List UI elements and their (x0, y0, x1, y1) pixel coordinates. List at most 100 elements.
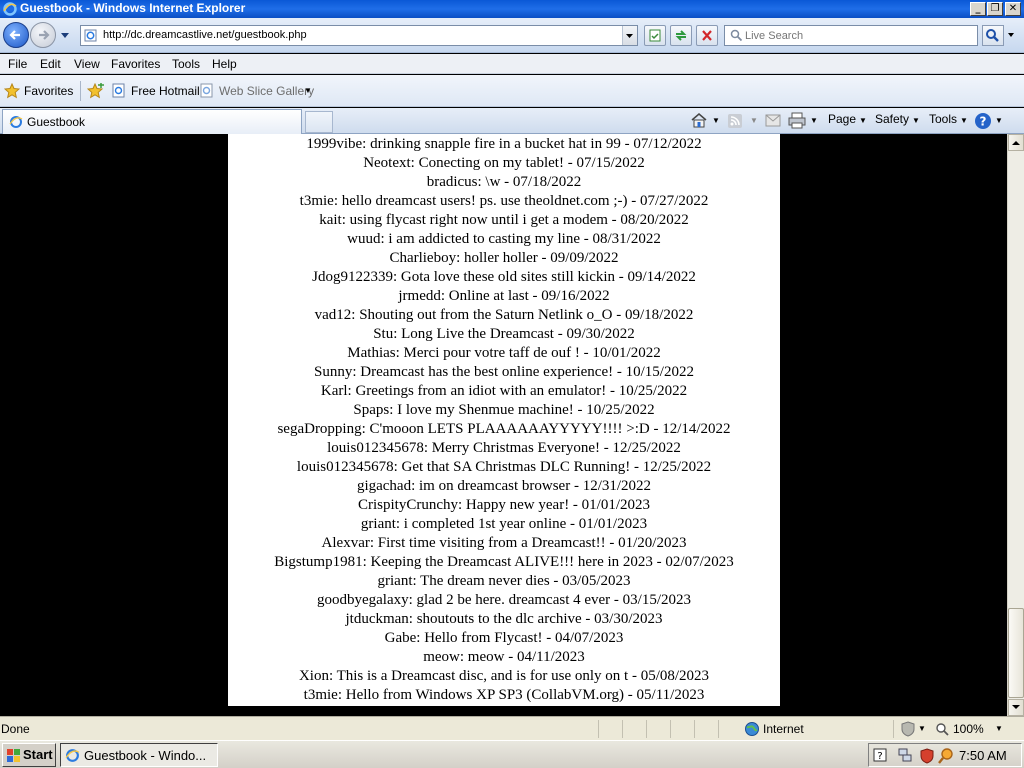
address-dropdown-button[interactable] (622, 26, 637, 45)
compatibility-view-button[interactable] (644, 25, 666, 46)
guestbook-entry: segaDropping: C'mooon LETS PLAAAAAAYYYYY… (277, 421, 731, 437)
search-input[interactable] (745, 27, 971, 44)
stop-button[interactable] (696, 25, 718, 46)
scroll-down-button[interactable] (1008, 699, 1024, 716)
guestbook-entry: t3mie: Hello from Windows XP SP3 (Collab… (303, 687, 705, 703)
ie-icon (3, 2, 17, 16)
status-cell (694, 720, 718, 738)
guestbook-entry: Karl: Greetings from an idiot with an em… (320, 383, 688, 399)
guestbook-entry: louis012345678: Get that SA Christmas DL… (296, 459, 712, 475)
internet-zone-icon (745, 722, 759, 736)
safety-menu-button[interactable]: Safety ▼ (875, 112, 920, 126)
home-dropdown-icon[interactable]: ▼ (712, 116, 720, 125)
recent-pages-dropdown-icon[interactable] (60, 32, 70, 40)
guestbook-entry: Bigstump1981: Keeping the Dreamcast ALIV… (274, 554, 734, 570)
tab-bar: Guestbook ▼ ▼ ▼ Page ▼ Safety ▼ Tools ▼ ? ▼ (0, 108, 1024, 134)
protected-mode-dropdown-icon[interactable]: ▼ (918, 724, 926, 733)
network-tray-icon[interactable] (897, 747, 913, 764)
address-url[interactable]: http://dc.dreamcastlive.net/guestbook.ph… (103, 29, 307, 41)
guestbook-entry: bradicus: \w - 07/18/2022 (426, 174, 582, 190)
close-button[interactable]: ✕ (1005, 2, 1021, 16)
print-icon[interactable] (788, 112, 806, 129)
chevron-down-icon (626, 34, 633, 38)
guestbook-entry: gigachad: im on dreamcast browser - 12/3… (356, 478, 652, 494)
tools-menu-button[interactable]: Tools ▼ (929, 112, 968, 126)
page-icon (84, 29, 97, 42)
tab-guestbook[interactable]: Guestbook (2, 109, 302, 134)
read-mail-icon[interactable] (765, 114, 781, 127)
menu-favorites[interactable]: Favorites (111, 57, 160, 71)
forward-button[interactable] (30, 22, 56, 48)
favorites-label: Favorites (24, 84, 74, 98)
favorites-button[interactable]: Favorites (4, 82, 74, 100)
web-slice-page-icon (200, 83, 213, 98)
guestbook-entry: griant: i completed 1st year online - 01… (360, 516, 648, 532)
guestbook-entry: meow: meow - 04/11/2023 (423, 649, 585, 665)
menu-tools[interactable]: Tools (172, 57, 200, 71)
svg-text:?: ? (877, 751, 882, 762)
address-bar[interactable]: http://dc.dreamcastlive.net/guestbook.ph… (80, 25, 638, 46)
guestbook-entries: 1999vibe: drinking snapple fire in a buc… (228, 135, 780, 705)
feeds-dropdown-icon[interactable]: ▼ (750, 116, 758, 125)
minimize-button[interactable]: _ (970, 2, 986, 16)
scroll-up-button[interactable] (1008, 134, 1024, 151)
start-button[interactable]: Start (2, 743, 56, 767)
zoom-dropdown-icon[interactable]: ▼ (995, 724, 1003, 733)
new-tab-button[interactable] (305, 111, 333, 133)
star-icon (4, 83, 20, 99)
home-icon[interactable] (690, 112, 708, 129)
page-menu-label: Page (828, 112, 857, 126)
forward-arrow-icon (39, 30, 50, 40)
free-hotmail-link[interactable]: Free Hotmail (131, 84, 200, 98)
zoom-level[interactable]: 100% (953, 722, 984, 736)
scroll-thumb[interactable] (1008, 608, 1024, 698)
vertical-scrollbar[interactable] (1007, 134, 1024, 716)
taskbar: Start Guestbook - Windo... ? 7:50 AM (0, 740, 1024, 768)
menu-file[interactable]: File (8, 57, 27, 71)
guestbook-entry: jtduckman: shoutouts to the dlc archive … (345, 611, 663, 627)
ie-icon (65, 749, 80, 762)
help-icon[interactable]: ? (973, 111, 993, 131)
favbar-divider (80, 81, 81, 101)
taskbar-ie-window[interactable]: Guestbook - Windo... (60, 743, 218, 767)
refresh-button[interactable] (670, 25, 692, 46)
compatibility-icon (649, 29, 661, 42)
feeds-icon[interactable] (727, 113, 743, 129)
web-slice-gallery-link[interactable]: Web Slice Gallery (219, 84, 314, 98)
protected-mode-icon[interactable] (900, 721, 916, 737)
search-box[interactable] (724, 25, 978, 46)
security-tray-icon[interactable] (919, 748, 935, 764)
page-menu-button[interactable]: Page ▼ (828, 112, 867, 126)
status-cell (598, 720, 622, 738)
guestbook-entry: jrmedd: Online at last - 09/16/2022 (398, 288, 610, 304)
guestbook-entry: louis012345678: Merry Christmas Everyone… (327, 440, 681, 456)
menu-edit[interactable]: Edit (40, 57, 61, 71)
stop-icon (702, 30, 712, 41)
search-button[interactable] (982, 25, 1004, 46)
guestbook-entry: goodbyegalaxy: glad 2 be here. dreamcast… (316, 592, 692, 608)
help-tray-icon[interactable]: ? (873, 748, 887, 762)
scroll-up-arrow-icon (1012, 141, 1020, 145)
search-tray-icon[interactable] (937, 747, 955, 765)
guestbook-entry: Jdog9122339: Gota love these old sites s… (312, 269, 696, 285)
search-options-dropdown-icon[interactable] (1006, 30, 1016, 40)
search-icon (730, 29, 743, 42)
maximize-button[interactable]: ❐ (987, 2, 1003, 16)
guestbook-entry: griant: The dream never dies - 03/05/202… (377, 573, 631, 589)
back-arrow-icon (9, 30, 20, 40)
menu-help[interactable]: Help (212, 57, 237, 71)
guestbook-entry: Stu: Long Live the Dreamcast - 09/30/202… (373, 326, 635, 342)
start-label: Start (23, 747, 53, 762)
help-dropdown-icon[interactable]: ▼ (995, 116, 1003, 125)
menu-view[interactable]: View (74, 57, 100, 71)
clock: 7:50 AM (959, 748, 1007, 763)
favorites-bar: Favorites Free Hotmail Web Slice Gallery… (0, 75, 1024, 107)
guestbook-entry: CrispityCrunchy: Happy new year! - 01/01… (357, 497, 651, 513)
add-favorite-icon[interactable] (87, 83, 105, 99)
print-dropdown-icon[interactable]: ▼ (810, 116, 818, 125)
guestbook-entry: Gabe: Hello from Flycast! - 04/07/2023 (384, 630, 624, 646)
guestbook-entry: Alexvar: First time visiting from a Drea… (321, 535, 687, 551)
web-slice-dropdown-icon[interactable]: ▼ (304, 86, 312, 95)
guestbook-entry: 1999vibe: drinking snapple fire in a buc… (306, 136, 702, 152)
back-button[interactable] (3, 22, 29, 48)
